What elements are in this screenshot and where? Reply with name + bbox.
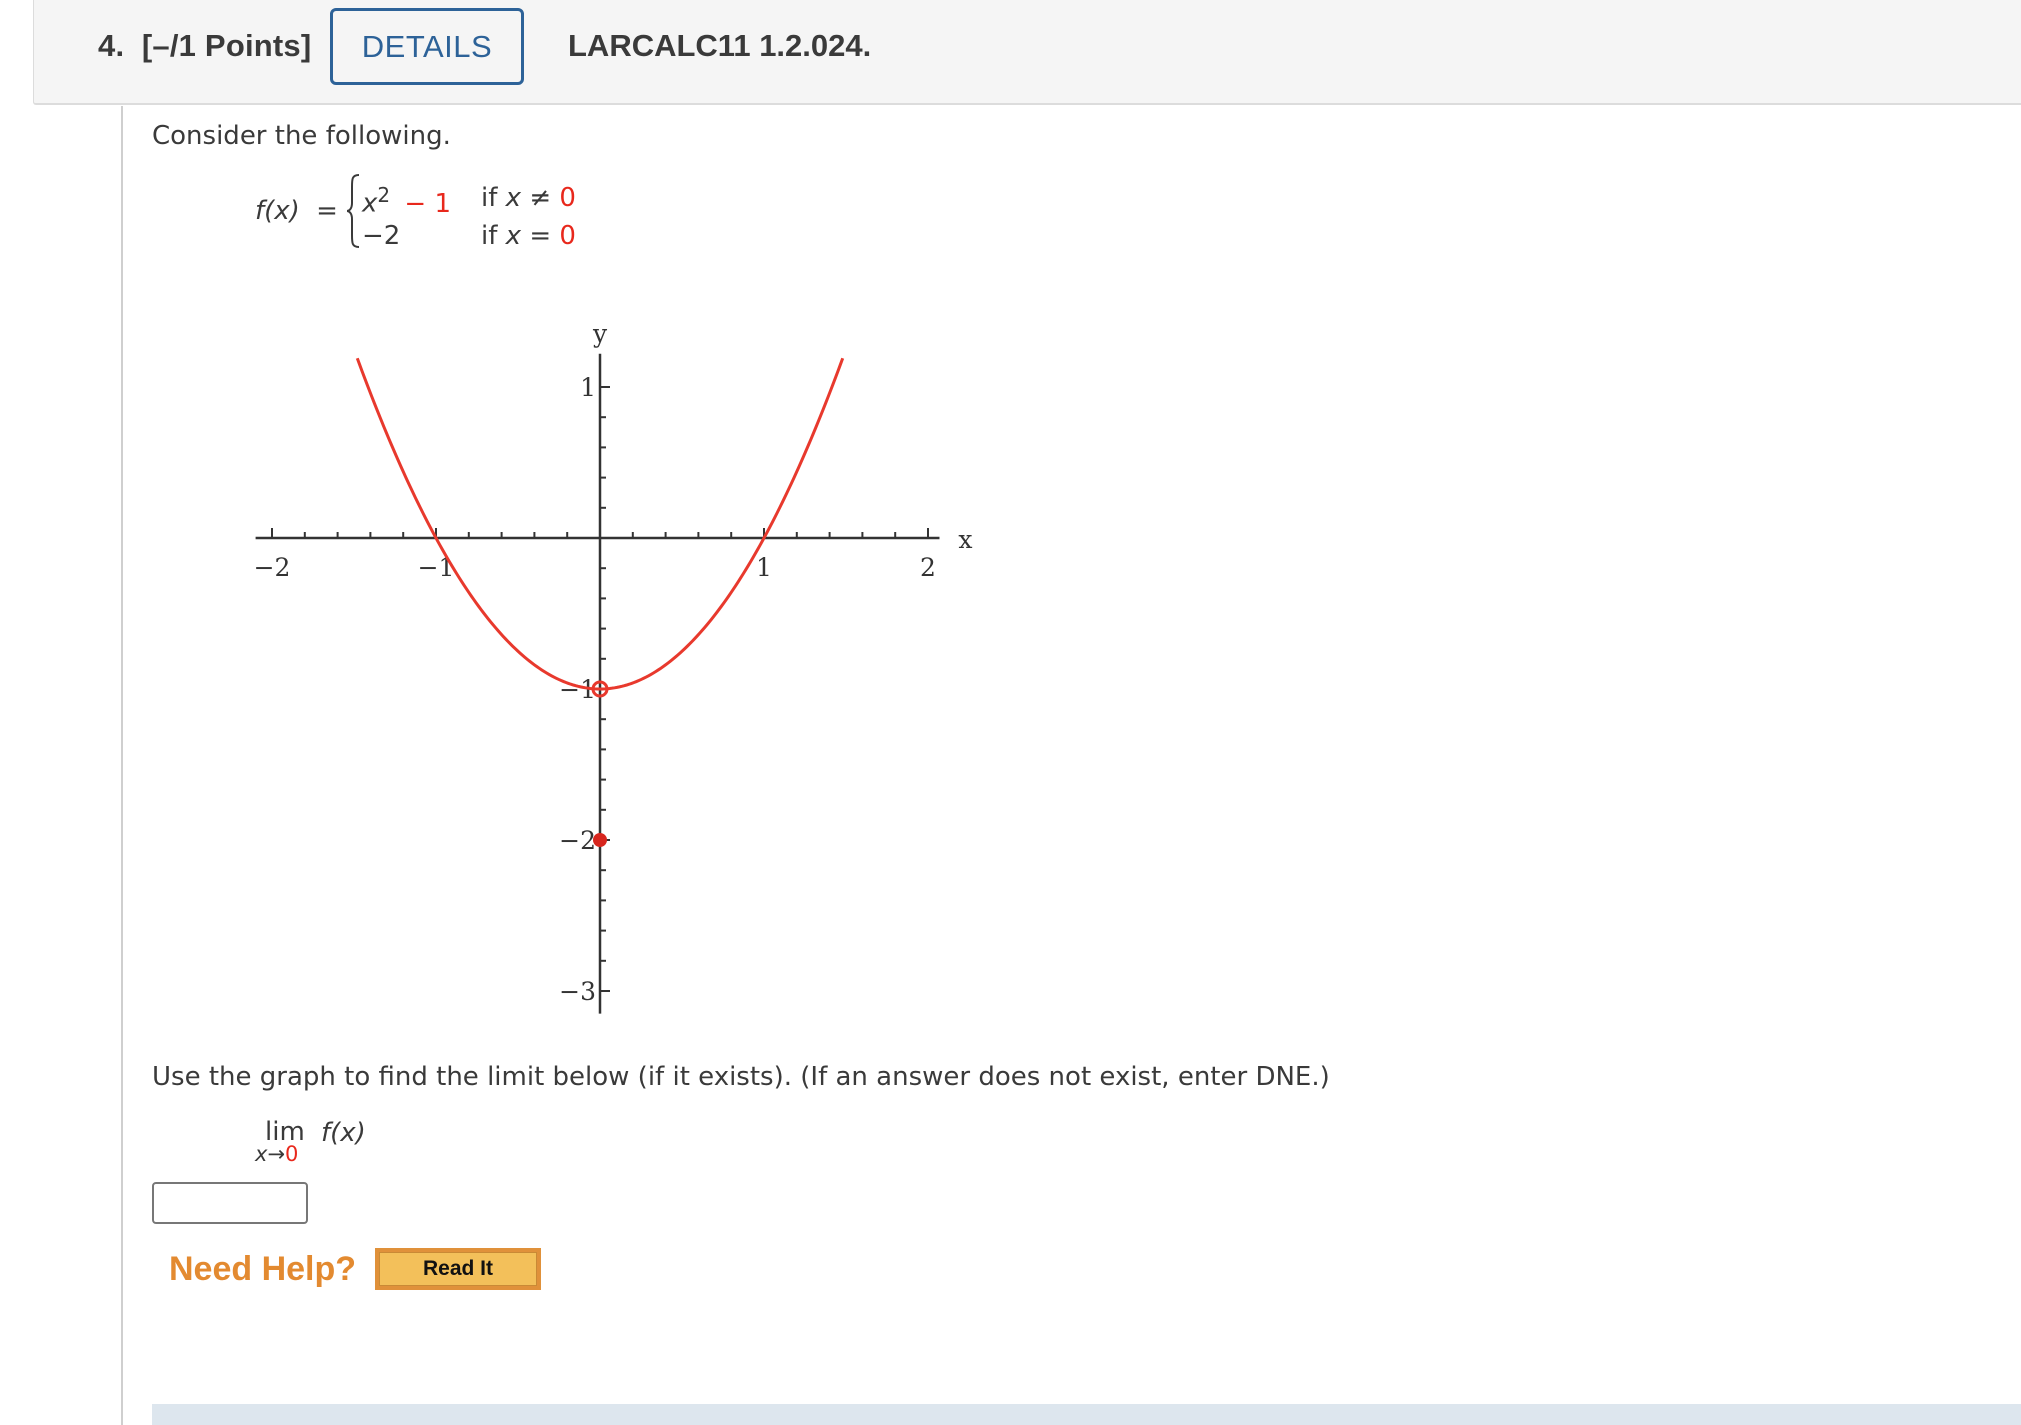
case1-val: 0 bbox=[559, 183, 576, 213]
instruction-text: Use the graph to find the limit below (i… bbox=[152, 1062, 1330, 1092]
case1-if: if bbox=[481, 183, 498, 213]
function-name: f(x) bbox=[255, 196, 300, 226]
limit-subscript: x→0 bbox=[255, 1142, 298, 1166]
case1-op: ≠ bbox=[529, 183, 552, 213]
case1-exponent: 2 bbox=[377, 183, 391, 207]
intro-text: Consider the following. bbox=[152, 121, 451, 151]
question-points: 4. [–/1 Points] bbox=[98, 28, 311, 64]
left-brace-icon bbox=[346, 174, 360, 248]
case1-base: x bbox=[362, 188, 378, 219]
need-help-label: Need Help? bbox=[169, 1250, 357, 1288]
x-tick-label: −2 bbox=[254, 553, 291, 582]
function-lhs: f(x) = bbox=[255, 196, 338, 226]
question-number: 4. bbox=[98, 28, 125, 63]
points-label: [–/1 Points] bbox=[141, 28, 312, 63]
x-tick-label: 1 bbox=[756, 553, 772, 582]
x-tick-label: −1 bbox=[418, 553, 455, 582]
closed-dot bbox=[593, 833, 607, 847]
read-it-label[interactable]: Read It bbox=[379, 1252, 537, 1286]
case2-val: 0 bbox=[559, 221, 576, 251]
content-left-rule bbox=[121, 106, 123, 1425]
case1-rest: − 1 bbox=[404, 188, 451, 219]
details-button[interactable]: DETAILS bbox=[330, 8, 524, 85]
case2-if: if bbox=[481, 221, 498, 251]
next-section-band bbox=[152, 1404, 2021, 1425]
read-it-button[interactable]: Read It bbox=[375, 1248, 541, 1290]
arrow-icon: → bbox=[267, 1142, 286, 1166]
limit-variable: x bbox=[255, 1142, 268, 1166]
y-axis-label: y bbox=[592, 319, 608, 348]
question-code: LARCALC11 1.2.024. bbox=[568, 28, 872, 63]
limit-expression: f(x) bbox=[321, 1118, 366, 1148]
x-axis-label: x bbox=[958, 525, 972, 554]
function-curve bbox=[355, 357, 845, 691]
case2-var: x bbox=[505, 221, 522, 251]
open-circle bbox=[591, 680, 609, 698]
question-header: 4. [–/1 Points] DETAILS LARCALC11 1.2.02… bbox=[33, 0, 2021, 105]
x-tick-label: 2 bbox=[920, 553, 936, 582]
y-tick-label: −2 bbox=[559, 826, 596, 855]
case1-condition: if x ≠ 0 bbox=[481, 183, 576, 213]
case2-op: = bbox=[529, 221, 552, 251]
case2-expression: −2 bbox=[362, 221, 401, 251]
limit-approach-value: 0 bbox=[285, 1142, 299, 1166]
y-tick-label: −3 bbox=[559, 977, 596, 1006]
answer-input[interactable] bbox=[152, 1182, 308, 1224]
case1-var: x bbox=[505, 183, 522, 213]
case1-expression: x2 − 1 bbox=[362, 183, 451, 219]
case2-condition: if x = 0 bbox=[481, 221, 576, 251]
equals-sign: = bbox=[316, 196, 338, 226]
y-tick-label: −1 bbox=[559, 675, 596, 704]
y-tick-label: 1 bbox=[580, 373, 596, 402]
